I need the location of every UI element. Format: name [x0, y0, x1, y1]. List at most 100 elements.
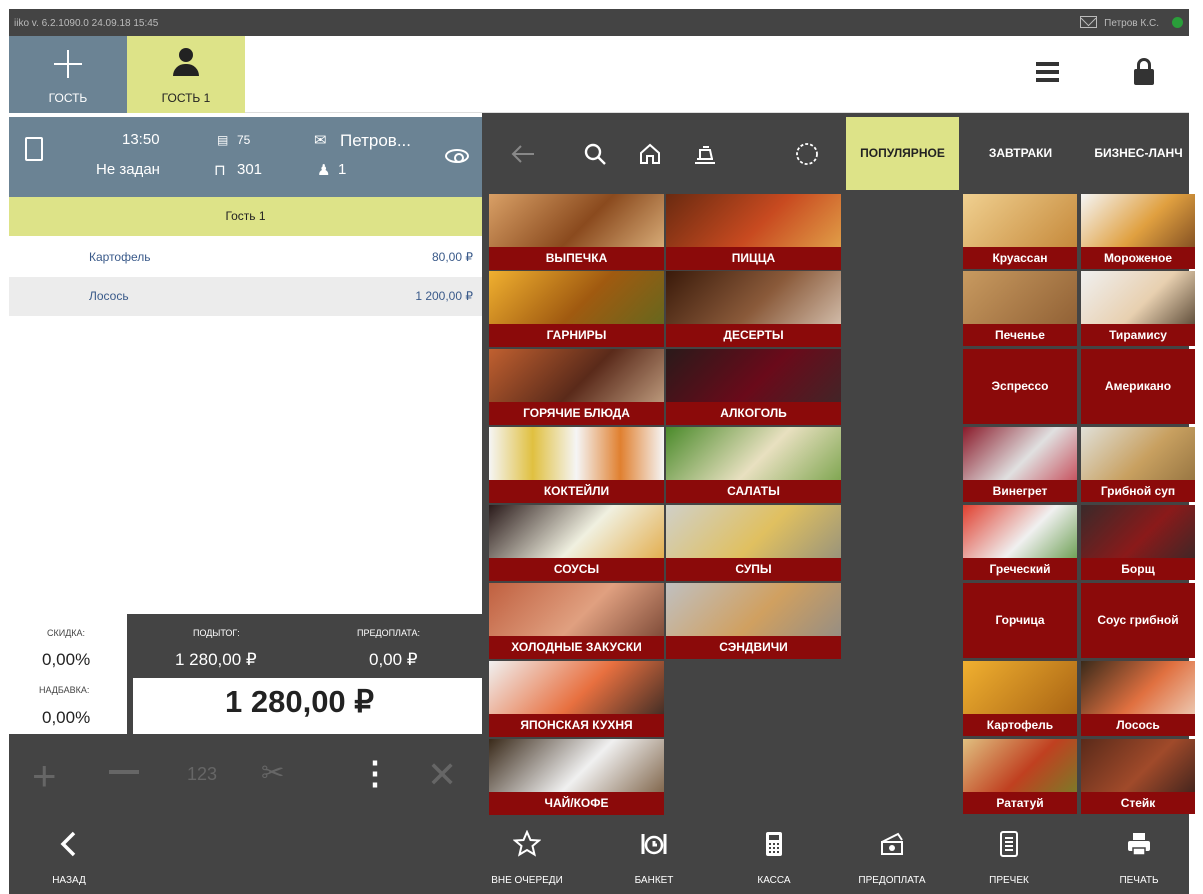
product-label: Греческий: [963, 558, 1077, 580]
precheck-button[interactable]: ПРЕЧЕК: [969, 818, 1049, 894]
category-label: ВЫПЕЧКА: [489, 247, 664, 270]
product-tile[interactable]: Американо: [1081, 349, 1195, 424]
cashier-icon[interactable]: [692, 141, 718, 167]
product-tile[interactable]: Стейк: [1081, 739, 1195, 814]
order-item-name: Картофель: [89, 250, 151, 264]
add-guest-button[interactable]: ГОСТЬ: [9, 36, 127, 113]
category-tile[interactable]: СУПЫ: [666, 505, 841, 581]
subtotal-value: 1 280,00 ₽: [175, 650, 257, 669]
product-tile[interactable]: Картофель: [963, 661, 1077, 736]
increase-icon[interactable]: +: [32, 752, 57, 800]
category-tile[interactable]: ГОРЯЧИЕ БЛЮДА: [489, 349, 664, 425]
guest-tab-1[interactable]: ГОСТЬ 1: [127, 36, 245, 113]
product-tile[interactable]: Горчица: [963, 583, 1077, 658]
category-tile[interactable]: ВЫПЕЧКА: [489, 194, 664, 270]
product-tile[interactable]: Винегрет: [963, 427, 1077, 502]
product-tile[interactable]: Эспрессо: [963, 349, 1077, 424]
category-tile[interactable]: ЯПОНСКАЯ КУХНЯ: [489, 661, 664, 737]
banquet-button[interactable]: БАНКЕТ: [614, 818, 694, 894]
lock-icon[interactable]: [1134, 58, 1154, 86]
category-tile[interactable]: ДЕСЕРТЫ: [666, 271, 841, 347]
product-label: Грибной суп: [1081, 480, 1195, 502]
order-header: 13:50 Не задан ▤ 75 ⊓ 301 ✉ Петров... ♟ …: [9, 117, 482, 197]
product-tile[interactable]: Грибной суп: [1081, 427, 1195, 502]
category-tile[interactable]: СЭНДВИЧИ: [666, 583, 841, 659]
prepay-value: 0,00 ₽: [369, 650, 418, 669]
product-tile[interactable]: Рататуй: [963, 739, 1077, 814]
priority-button[interactable]: ВНЕ ОЧЕРЕДИ: [482, 818, 572, 894]
category-tile[interactable]: ЧАЙ/КОФЕ: [489, 739, 664, 815]
decrease-icon[interactable]: [109, 770, 139, 774]
product-tile[interactable]: Печенье: [963, 271, 1077, 346]
product-label: Горчица: [963, 583, 1077, 658]
category-tile[interactable]: КОКТЕЙЛИ: [489, 427, 664, 503]
product-tile[interactable]: Мороженое: [1081, 194, 1195, 269]
quantity-button[interactable]: 123: [187, 764, 217, 785]
mail-icon[interactable]: [1080, 16, 1097, 28]
back-button[interactable]: НАЗАД: [29, 818, 109, 894]
guest-row[interactable]: Гость 1: [9, 197, 482, 236]
product-label: Рататуй: [963, 792, 1077, 814]
product-label: Стейк: [1081, 792, 1195, 814]
product-label: Борщ: [1081, 558, 1195, 580]
banquet-icon: [641, 834, 667, 855]
product-tile[interactable]: Греческий: [963, 505, 1077, 580]
product-tile[interactable]: Тирамису: [1081, 271, 1195, 346]
category-tile[interactable]: АЛКОГОЛЬ: [666, 349, 841, 425]
table-number: 301: [237, 161, 263, 178]
order-item[interactable]: Лосось 1 200,00 ₽: [9, 277, 482, 316]
product-label: Эспрессо: [963, 349, 1077, 424]
category-tile[interactable]: ХОЛОДНЫЕ ЗАКУСКИ: [489, 583, 664, 659]
product-tile[interactable]: Круассан: [963, 194, 1077, 269]
product-tile[interactable]: Борщ: [1081, 505, 1195, 580]
more-icon[interactable]: ⋮: [359, 754, 391, 792]
prepay-label: ПРЕДОПЛАТА: [858, 875, 926, 886]
cash-label: КАССА: [757, 875, 791, 886]
discount-label: СКИДКА:: [47, 628, 86, 638]
product-label: Американо: [1081, 349, 1195, 424]
tab-business-lunch[interactable]: БИЗНЕС-ЛАНЧ: [1082, 117, 1195, 190]
category-tile[interactable]: ПИЦЦА: [666, 194, 841, 270]
pos-app: iiko v. 6.2.1090.0 24.09.18 15:45 Петров…: [0, 0, 1203, 894]
product-tile[interactable]: Лосось: [1081, 661, 1195, 736]
category-label: ГОРЯЧИЕ БЛЮДА: [489, 402, 664, 425]
home-icon[interactable]: [637, 141, 663, 167]
category-tile[interactable]: САЛАТЫ: [666, 427, 841, 503]
back-arrow-icon[interactable]: [510, 141, 536, 167]
tab-breakfast[interactable]: ЗАВТРАКИ: [964, 117, 1077, 190]
receipt-icon: [1000, 831, 1018, 857]
tab-popular[interactable]: ПОПУЛЯРНОЕ: [846, 117, 959, 190]
category-tile[interactable]: СОУСЫ: [489, 505, 664, 581]
prepay-label: ПРЕДОПЛАТА:: [357, 628, 420, 638]
banquet-label: БАНКЕТ: [634, 875, 674, 886]
category-label: ЧАЙ/КОФЕ: [489, 792, 664, 815]
category-tile[interactable]: ГАРНИРЫ: [489, 271, 664, 347]
prepay-button[interactable]: ПРЕДОПЛАТА: [842, 818, 942, 894]
delete-icon[interactable]: ✕: [427, 754, 457, 796]
order-doc-icon: ▤: [217, 133, 229, 147]
table-icon: ⊓: [214, 162, 226, 179]
guest-tabs-bar: ГОСТЬ ГОСТЬ 1: [9, 36, 1189, 113]
menu-icon[interactable]: [1036, 62, 1059, 82]
product-tile[interactable]: Соус грибной: [1081, 583, 1195, 658]
search-icon[interactable]: [582, 141, 608, 167]
split-icon[interactable]: ✂: [261, 756, 284, 789]
order-actions: + 123 ✂ ⋮ ✕: [9, 734, 482, 818]
order-check-icon[interactable]: [25, 137, 43, 161]
priority-label: ВНЕ ОЧЕРЕДИ: [491, 875, 563, 886]
total-value: 1 280,00 ₽: [225, 684, 375, 719]
category-label: СУПЫ: [666, 558, 841, 581]
product-label: Соус грибной: [1081, 583, 1195, 658]
category-label: СОУСЫ: [489, 558, 664, 581]
cash-button[interactable]: КАССА: [734, 818, 814, 894]
order-item[interactable]: Картофель 80,00 ₽: [9, 238, 482, 277]
surcharge-label: НАДБАВКА:: [39, 685, 90, 695]
guest-tab-label: ГОСТЬ 1: [161, 91, 211, 105]
print-button[interactable]: ПЕЧАТЬ: [1099, 818, 1179, 894]
category-label: ХОЛОДНЫЕ ЗАКУСКИ: [489, 636, 664, 659]
eye-icon[interactable]: [445, 149, 469, 163]
order-status: Не задан: [96, 161, 160, 178]
person-icon: [171, 48, 201, 80]
circle-icon[interactable]: [794, 141, 820, 167]
waiter-icon: ✉: [314, 132, 327, 149]
